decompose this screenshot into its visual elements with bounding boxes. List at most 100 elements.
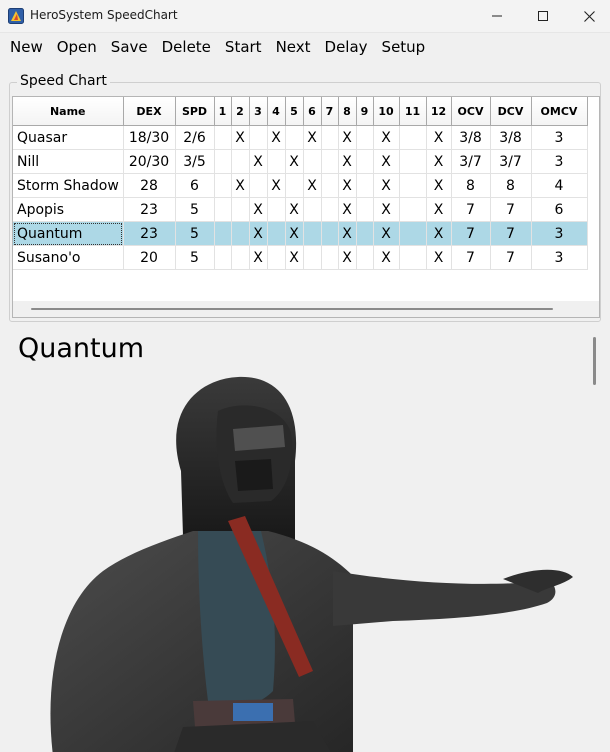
table-cell[interactable]: 3/8	[490, 125, 532, 150]
column-header[interactable]: OCV	[451, 97, 491, 126]
horizontal-scrollbar[interactable]	[13, 301, 599, 317]
menu-setup[interactable]: Setup	[375, 34, 433, 60]
table-cell[interactable]: X	[426, 197, 452, 222]
table-cell[interactable]	[356, 125, 374, 150]
table-cell[interactable]	[399, 173, 427, 198]
table-cell[interactable]	[231, 197, 250, 222]
column-header[interactable]: 4	[267, 97, 286, 126]
table-cell[interactable]: 7	[490, 197, 532, 222]
table-cell[interactable]: X	[338, 197, 357, 222]
table-cell[interactable]: X	[231, 125, 250, 150]
table-cell[interactable]: 3	[531, 149, 588, 174]
table-cell[interactable]	[321, 197, 339, 222]
detail-vertical-scrollbar[interactable]	[586, 327, 602, 752]
table-cell[interactable]: X	[285, 221, 304, 246]
table-cell[interactable]: 7	[490, 221, 532, 246]
table-cell[interactable]	[214, 197, 232, 222]
table-cell[interactable]	[267, 221, 286, 246]
menu-save[interactable]: Save	[104, 34, 155, 60]
table-row[interactable]: Quasar 18/30 2/6 X X X X X X 3/8 3/8 3	[13, 125, 588, 150]
table-cell[interactable]: 20	[123, 245, 176, 270]
table-cell[interactable]	[321, 221, 339, 246]
table-cell[interactable]: 18/30	[123, 125, 176, 150]
table-cell[interactable]: 3	[531, 221, 588, 246]
table-cell[interactable]	[249, 173, 268, 198]
table-cell[interactable]: X	[426, 221, 452, 246]
column-header[interactable]: 9	[356, 97, 374, 126]
table-cell[interactable]: X	[373, 245, 400, 270]
column-header[interactable]: Name	[13, 97, 124, 126]
table-cell[interactable]: 6	[531, 197, 588, 222]
table-cell[interactable]: X	[373, 221, 400, 246]
table-row[interactable]: Apopis 23 5 X X X X X 7 7 6	[13, 197, 588, 222]
table-cell[interactable]	[214, 221, 232, 246]
table-cell[interactable]	[321, 245, 339, 270]
table-cell[interactable]: X	[338, 173, 357, 198]
cell-name[interactable]: Susano'o	[13, 245, 124, 270]
panel-splitter[interactable]	[9, 323, 601, 326]
cell-name[interactable]: Quasar	[13, 125, 124, 150]
table-cell[interactable]	[321, 173, 339, 198]
cell-name[interactable]: Nill	[13, 149, 124, 174]
table-cell[interactable]: X	[285, 197, 304, 222]
column-header[interactable]: 11	[399, 97, 427, 126]
table-cell[interactable]	[303, 149, 322, 174]
table-cell[interactable]: 8	[451, 173, 491, 198]
table-cell[interactable]: 3/8	[451, 125, 491, 150]
menu-delay[interactable]: Delay	[318, 34, 375, 60]
column-header[interactable]: OMCV	[531, 97, 588, 126]
table-cell[interactable]	[399, 221, 427, 246]
table-cell[interactable]: 6	[175, 173, 215, 198]
table-cell[interactable]	[214, 149, 232, 174]
column-header[interactable]: 10	[373, 97, 400, 126]
column-header[interactable]: 3	[249, 97, 268, 126]
cell-name[interactable]: Quantum	[13, 221, 124, 246]
table-cell[interactable]	[267, 245, 286, 270]
table-cell[interactable]: X	[303, 173, 322, 198]
table-cell[interactable]	[356, 197, 374, 222]
table-cell[interactable]: X	[338, 149, 357, 174]
table-cell[interactable]	[321, 149, 339, 174]
table-cell[interactable]: 7	[490, 245, 532, 270]
table-cell[interactable]	[356, 173, 374, 198]
table-cell[interactable]: X	[373, 197, 400, 222]
table-cell[interactable]	[399, 197, 427, 222]
table-cell[interactable]	[267, 197, 286, 222]
column-header[interactable]: DCV	[490, 97, 532, 126]
table-cell[interactable]: X	[249, 149, 268, 174]
table-cell[interactable]: X	[267, 125, 286, 150]
table-cell[interactable]: 3	[531, 125, 588, 150]
table-cell[interactable]	[214, 125, 232, 150]
table-cell[interactable]	[214, 245, 232, 270]
table-row[interactable]: Quantum 23 5 X X X X X 7 7 3	[13, 221, 588, 246]
cell-name[interactable]: Apopis	[13, 197, 124, 222]
table-cell[interactable]: X	[373, 173, 400, 198]
table-cell[interactable]	[303, 221, 322, 246]
table-cell[interactable]: X	[231, 173, 250, 198]
table-cell[interactable]: X	[373, 149, 400, 174]
table-cell[interactable]	[356, 245, 374, 270]
menu-next[interactable]: Next	[269, 34, 318, 60]
table-cell[interactable]: 3/7	[451, 149, 491, 174]
table-cell[interactable]: 8	[490, 173, 532, 198]
table-cell[interactable]: X	[285, 245, 304, 270]
table-cell[interactable]: X	[249, 221, 268, 246]
table-cell[interactable]	[303, 245, 322, 270]
maximize-button[interactable]	[520, 0, 566, 32]
column-header[interactable]: 8	[338, 97, 357, 126]
menu-new[interactable]: New	[3, 34, 50, 60]
table-cell[interactable]: 4	[531, 173, 588, 198]
table-cell[interactable]	[249, 125, 268, 150]
table-cell[interactable]: 3/5	[175, 149, 215, 174]
table-cell[interactable]	[356, 149, 374, 174]
table-cell[interactable]: 3	[531, 245, 588, 270]
table-cell[interactable]: X	[338, 125, 357, 150]
menu-delete[interactable]: Delete	[155, 34, 218, 60]
column-header[interactable]: DEX	[123, 97, 176, 126]
table-cell[interactable]: X	[285, 149, 304, 174]
column-header[interactable]: 12	[426, 97, 452, 126]
table-cell[interactable]: 28	[123, 173, 176, 198]
table-cell[interactable]	[231, 149, 250, 174]
table-cell[interactable]	[231, 221, 250, 246]
table-cell[interactable]: X	[267, 173, 286, 198]
